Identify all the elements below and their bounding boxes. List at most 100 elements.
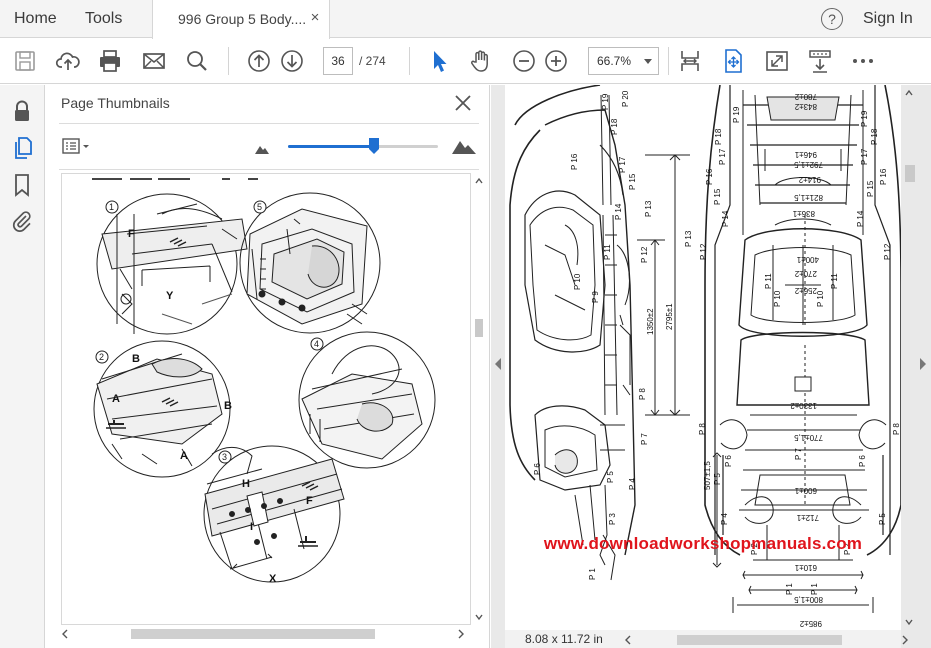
scroll-mode-icon[interactable]	[807, 48, 833, 74]
label-p15: P 15	[866, 180, 875, 197]
watermark-url: www.downloadworkshopmanuals.com	[543, 534, 863, 553]
label-p19: P 19	[860, 110, 869, 127]
close-tab-icon[interactable]: ×	[307, 10, 323, 26]
tools-menu[interactable]: Tools	[85, 0, 122, 38]
cloud-upload-icon[interactable]	[55, 48, 81, 74]
toolbar-separator	[228, 47, 229, 75]
fit-width-icon[interactable]	[677, 48, 703, 74]
zoom-level-select[interactable]: 66.7%	[588, 47, 659, 75]
page-number-input[interactable]: 36	[323, 47, 353, 75]
label-p1: P 1	[810, 583, 819, 595]
label-p16: P 16	[705, 168, 714, 185]
label-p7: P 7	[640, 433, 649, 445]
zoom-in-icon[interactable]	[543, 48, 569, 74]
more-tools-icon[interactable]	[850, 48, 876, 74]
label-p17: P 17	[718, 148, 727, 165]
label-p5: P 5	[713, 473, 722, 485]
label-p15: P 15	[713, 188, 722, 205]
dimension-2795: 2795±1	[665, 303, 674, 330]
document-vertical-scrollbar[interactable]	[902, 85, 916, 630]
help-icon[interactable]: ?	[821, 8, 843, 30]
dimension-610: 610±1	[794, 563, 817, 572]
document-horizontal-scrollbar[interactable]	[625, 633, 910, 645]
next-page-icon[interactable]	[279, 48, 305, 74]
document-tab[interactable]: 996 Group 5 Body.... ×	[152, 0, 330, 39]
dimension-1330: 1330±2	[790, 401, 817, 410]
bookmark-icon[interactable]	[10, 173, 34, 197]
select-pointer-icon[interactable]	[426, 48, 452, 74]
label-b: B	[132, 353, 140, 365]
page-size-label: 8.08 x 11.72 in	[525, 632, 603, 646]
dimension-985: 985±2	[799, 619, 822, 628]
figure-1-label: 1	[109, 202, 114, 212]
label-p3: P 3	[608, 513, 617, 525]
attachment-icon[interactable]	[10, 209, 34, 233]
dimension-843: 843±2	[794, 102, 817, 111]
dimension-800: 800±1,5	[794, 595, 823, 604]
thumbnail-larger-icon[interactable]	[452, 138, 476, 154]
label-p1: P 1	[588, 568, 597, 580]
label-p5: P 5	[878, 513, 887, 525]
label-p18: P 18	[714, 128, 723, 145]
fit-page-icon[interactable]	[720, 48, 746, 74]
print-icon[interactable]	[97, 48, 123, 74]
dimension-600: 600±1	[794, 486, 817, 495]
dimension-256: 256±2	[794, 286, 817, 295]
find-icon[interactable]	[184, 48, 210, 74]
close-panel-icon[interactable]	[453, 93, 473, 113]
label-p1: P 1	[785, 583, 794, 595]
panel-divider	[59, 123, 479, 124]
label-a: A	[112, 393, 120, 405]
zoom-level-value: 66.7%	[597, 54, 632, 68]
label-y: Y	[166, 290, 174, 302]
collapse-left-panel-icon[interactable]	[494, 357, 502, 370]
document-view[interactable]: P 1 P 3 P 4 P 5 P 6 P 7 P 8 P 9 P 10 P 1…	[491, 85, 931, 648]
collapse-right-panel-icon[interactable]	[919, 357, 927, 370]
thumbnail-vertical-scrollbar[interactable]	[473, 173, 485, 625]
label-p13: P 13	[644, 200, 653, 217]
home-menu[interactable]: Home	[14, 0, 57, 38]
label-x: X	[269, 573, 277, 585]
pages-icon[interactable]	[10, 136, 34, 160]
label-b: B	[224, 400, 232, 412]
thumbnail-horizontal-scrollbar[interactable]	[61, 627, 473, 641]
label-p16: P 16	[879, 168, 888, 185]
dimension-836: 836±1	[792, 209, 815, 218]
dimension-821: 821±1,5	[794, 193, 823, 202]
save-icon[interactable]	[12, 48, 38, 74]
label-p9: P 9	[591, 291, 600, 303]
thumbnail-size-slider[interactable]	[288, 145, 438, 148]
slider-fill	[288, 145, 374, 148]
navigation-rail	[0, 85, 45, 648]
previous-page-icon[interactable]	[246, 48, 272, 74]
full-screen-icon[interactable]	[764, 48, 790, 74]
label-f: F	[128, 228, 135, 240]
dimension-400: 400±1	[796, 255, 819, 264]
figure-5-label: 5	[257, 202, 262, 212]
label-p6: P 6	[858, 455, 867, 467]
toolbar-separator	[668, 47, 669, 75]
pdf-reader-window: Home Tools 996 Group 5 Body.... × ? Sign…	[0, 0, 931, 648]
lock-icon[interactable]	[10, 99, 34, 123]
email-icon[interactable]	[141, 48, 167, 74]
document-page: P 1 P 3 P 4 P 5 P 6 P 7 P 8 P 9 P 10 P 1…	[505, 85, 901, 630]
label-p14: P 14	[721, 210, 730, 227]
label-a: A	[180, 450, 188, 462]
label-p19: P 19	[732, 106, 741, 123]
label-p20: P 20	[621, 90, 630, 107]
thumbnail-smaller-icon[interactable]	[255, 141, 269, 154]
label-p5: P 5	[606, 471, 615, 483]
document-tab-title: 996 Group 5 Body....	[178, 11, 306, 27]
thumbnail-options-icon[interactable]	[61, 137, 93, 157]
label-p8: P 8	[698, 423, 707, 435]
thumbnail-page[interactable]: 1 5 2 4 3 F Y B B A A H F I X	[61, 173, 471, 625]
zoom-out-icon[interactable]	[511, 48, 537, 74]
sign-in-button[interactable]: Sign In	[863, 0, 913, 38]
slider-handle[interactable]	[368, 138, 379, 154]
hand-tool-icon[interactable]	[468, 48, 494, 74]
label-p4: P 4	[628, 478, 637, 490]
label-p8: P 8	[892, 423, 901, 435]
dimension-712: 712±1	[796, 513, 819, 522]
label-p17: P 17	[860, 148, 869, 165]
dimension-946: 946±1	[794, 150, 817, 159]
